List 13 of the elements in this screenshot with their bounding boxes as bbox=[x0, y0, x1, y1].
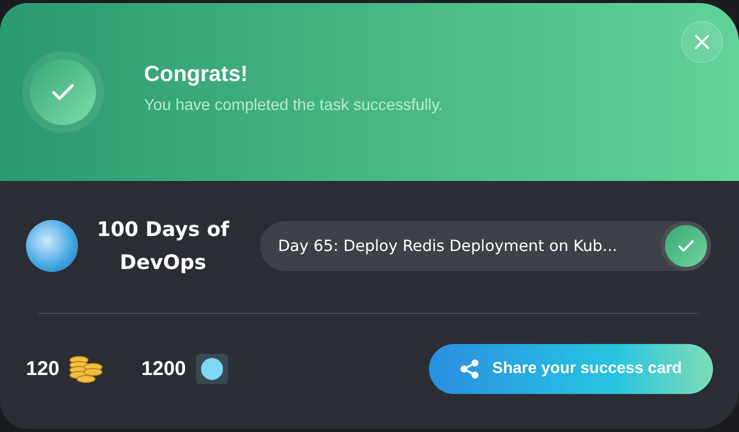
close-button[interactable] bbox=[681, 21, 723, 63]
task-title: Day 65: Deploy Redis Deployment on Kub... bbox=[278, 237, 618, 255]
course-logo bbox=[26, 220, 78, 272]
task-pill[interactable]: Day 65: Deploy Redis Deployment on Kub... bbox=[260, 221, 711, 271]
banner-title: Congrats! bbox=[144, 61, 249, 87]
close-icon bbox=[693, 33, 711, 51]
reward-amount: 1200 bbox=[141, 358, 186, 380]
course-title: 100 Days of DevOps bbox=[96, 216, 230, 276]
share-icon bbox=[460, 359, 480, 379]
coins-icon bbox=[69, 354, 104, 384]
banner-message: You have completed the task successfully. bbox=[144, 97, 443, 115]
gem-icon bbox=[196, 354, 228, 384]
reward-amount: 120 bbox=[26, 358, 60, 380]
